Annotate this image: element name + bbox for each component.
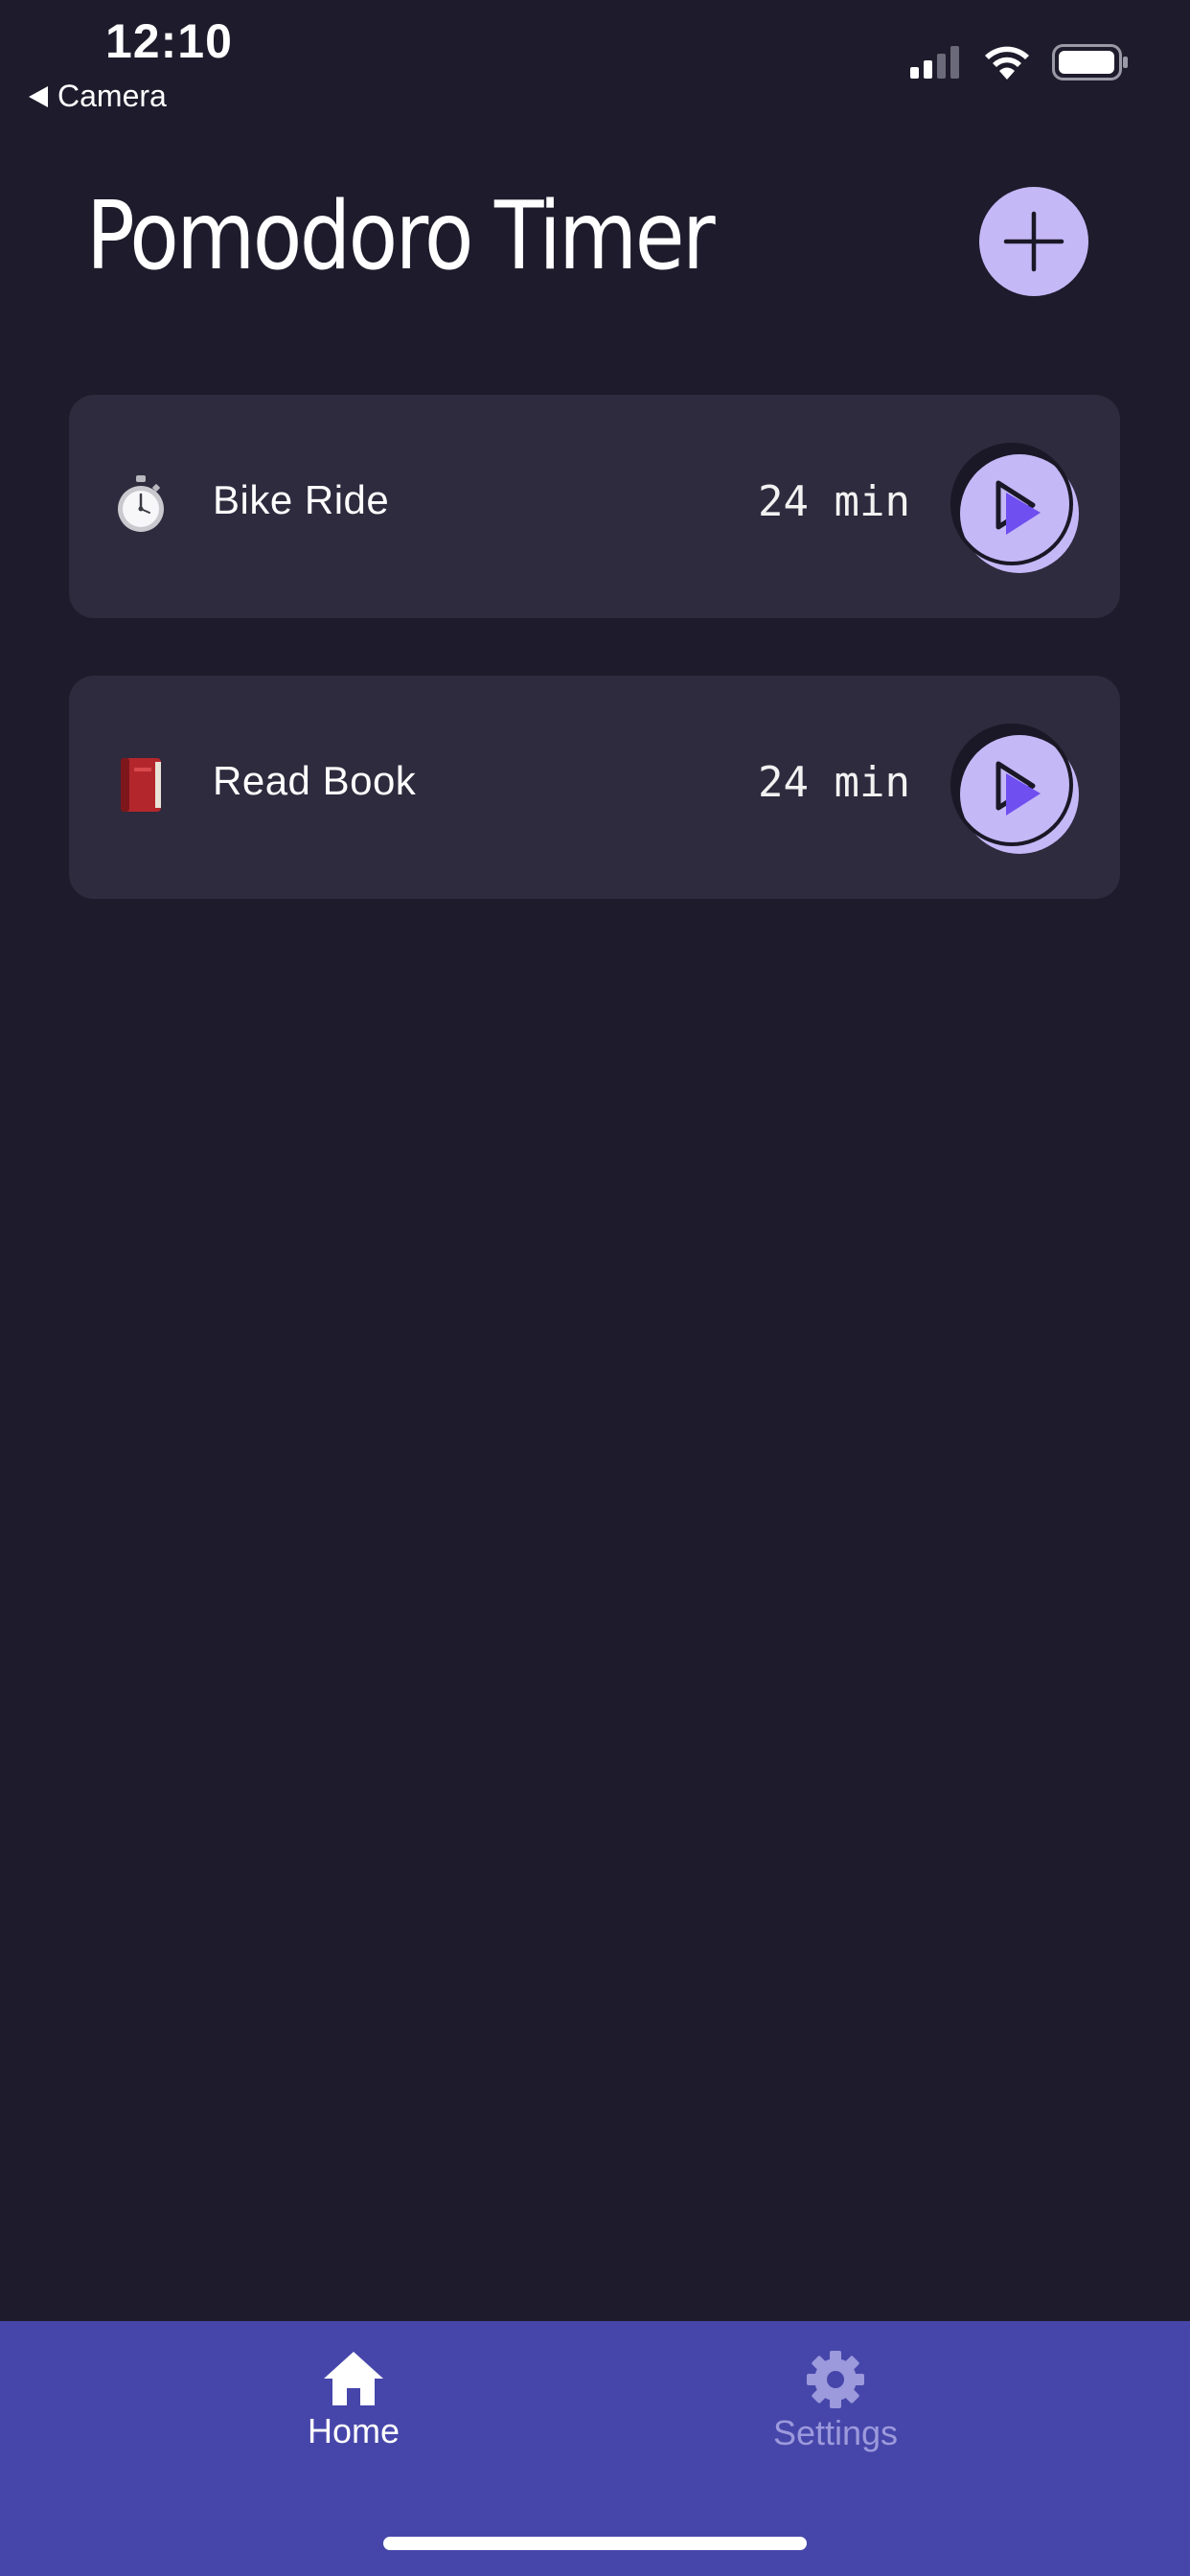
- home-icon: [324, 2352, 383, 2405]
- back-link-label: Camera: [57, 79, 167, 113]
- play-icon: [950, 724, 1079, 854]
- battery-icon: [1052, 44, 1128, 80]
- stopwatch-icon: [118, 475, 164, 532]
- timer-label: Read Book: [213, 758, 417, 803]
- status-time: 12:10: [105, 14, 233, 68]
- page-title: Pomodoro Timer: [86, 182, 716, 291]
- timer-duration: 24 min: [758, 758, 910, 807]
- tab-label: Settings: [772, 2413, 899, 2452]
- timer-card-read-book[interactable]: Read Book 24 min: [69, 676, 1120, 899]
- back-arrow-icon: [29, 85, 48, 107]
- home-indicator: [383, 2537, 807, 2550]
- back-to-camera-link[interactable]: Camera: [29, 79, 167, 114]
- red-book-icon: [121, 758, 161, 812]
- tab-settings[interactable]: Settings: [721, 2350, 950, 2453]
- gear-icon: [807, 2351, 864, 2408]
- status-bar: 12:10 Camera: [0, 0, 1190, 125]
- play-icon: [950, 443, 1079, 573]
- status-icons: [910, 44, 1129, 80]
- add-timer-button[interactable]: [979, 187, 1088, 296]
- tab-label: Home: [307, 2411, 400, 2450]
- timer-card-bike-ride[interactable]: Bike Ride 24 min: [69, 395, 1120, 618]
- tab-home[interactable]: Home: [239, 2350, 469, 2451]
- play-button[interactable]: [949, 724, 1083, 858]
- plus-icon: [1003, 211, 1064, 272]
- timer-duration: 24 min: [758, 477, 910, 526]
- wifi-icon: [985, 46, 1029, 80]
- play-button[interactable]: [949, 443, 1083, 577]
- timer-label: Bike Ride: [213, 477, 390, 522]
- signal-icon: [910, 46, 959, 79]
